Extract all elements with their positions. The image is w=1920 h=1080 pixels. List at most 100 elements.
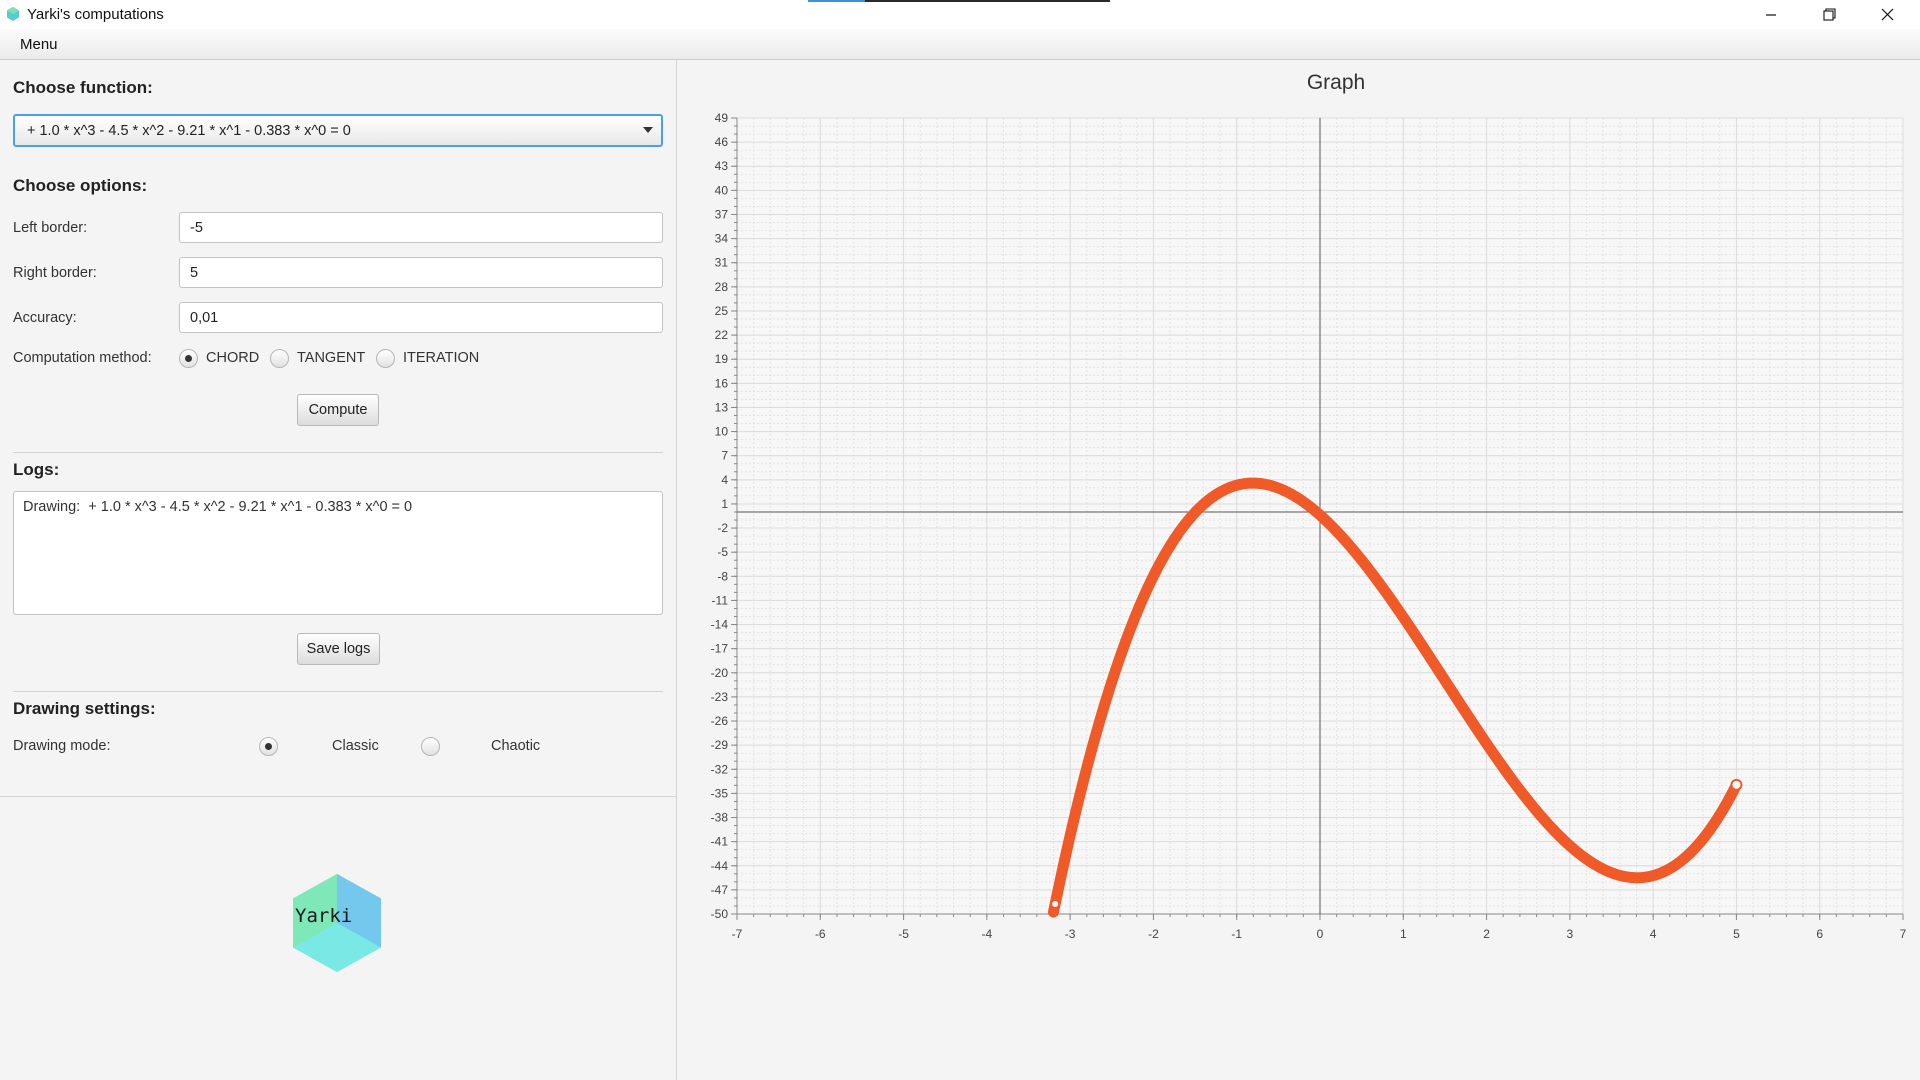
yarki-logo: Yarki <box>293 874 381 972</box>
close-button[interactable] <box>1858 0 1916 29</box>
accuracy-label: Accuracy: <box>13 310 77 326</box>
y-tick-label: 43 <box>715 159 729 173</box>
menu-bar: Menu <box>0 29 1920 60</box>
y-tick-label: 1 <box>721 497 728 511</box>
y-tick-label: -23 <box>711 690 729 704</box>
chaotic-label: Chaotic <box>491 738 541 754</box>
y-tick-label: 19 <box>715 352 729 366</box>
x-tick-label: 2 <box>1483 927 1490 941</box>
y-tick-label: 16 <box>715 376 729 390</box>
close-icon <box>1881 8 1893 21</box>
restore-button[interactable] <box>1800 0 1858 29</box>
section-divider <box>13 691 663 692</box>
x-tick-label: -4 <box>982 927 993 941</box>
y-tick-label: 10 <box>715 425 729 439</box>
x-tick-label: 1 <box>1400 927 1407 941</box>
x-tick-label: -2 <box>1148 927 1159 941</box>
window-title: Yarki's computations <box>27 6 164 23</box>
y-tick-label: 28 <box>715 280 729 294</box>
accuracy-field[interactable] <box>179 302 663 333</box>
right-border-input[interactable] <box>180 258 662 287</box>
compute-button[interactable]: Compute <box>297 394 379 426</box>
y-tick-label: 25 <box>715 304 729 318</box>
y-tick-label: -41 <box>711 835 729 849</box>
x-tick-label: -6 <box>815 927 826 941</box>
y-tick-label: 31 <box>715 256 729 270</box>
y-tick-label: -20 <box>711 666 729 680</box>
right-border-field[interactable] <box>179 257 663 288</box>
function-select-value: + 1.0 * x^3 - 4.5 * x^2 - 9.21 * x^1 - 0… <box>27 123 351 139</box>
y-tick-label: -14 <box>711 618 729 632</box>
graph-panel: -7 -6 -5 -4 -3 -2 -1 0 1 2 3 4 5 6 7 49 46 43 40 37 34 31 28 25… <box>678 60 1920 1080</box>
y-tick-label: 49 <box>715 111 729 125</box>
series-start-point <box>1050 899 1061 910</box>
section-divider <box>13 452 663 453</box>
iteration-radio[interactable] <box>376 349 395 368</box>
chaotic-radio[interactable] <box>421 737 440 756</box>
menu-button[interactable]: Menu <box>12 35 66 54</box>
logo-text: Yarki <box>295 905 352 927</box>
x-tick-label: -3 <box>1065 927 1076 941</box>
y-tick-label: -29 <box>711 738 729 752</box>
accuracy-input[interactable] <box>180 303 662 332</box>
x-tick-label: 6 <box>1816 927 1823 941</box>
minimize-button[interactable] <box>1742 0 1800 29</box>
x-tick-label: 5 <box>1733 927 1740 941</box>
y-tick-label: 7 <box>721 449 728 463</box>
y-tick-label: -17 <box>711 642 729 656</box>
restore-icon <box>1822 8 1836 21</box>
drawing-mode-label: Drawing mode: <box>13 738 111 754</box>
x-tick-label: 0 <box>1317 927 1324 941</box>
classic-radio[interactable] <box>259 737 278 756</box>
logs-text: Drawing: + 1.0 * x^3 - 4.5 * x^2 - 9.21 … <box>23 499 413 515</box>
x-tick-label: 4 <box>1650 927 1657 941</box>
left-border-label: Left border: <box>13 220 88 236</box>
computation-method-label: Computation method: <box>13 350 152 366</box>
save-logs-button[interactable]: Save logs <box>297 633 380 665</box>
app-hexagon-icon <box>7 7 19 21</box>
title-bar: Yarki's computations <box>0 0 1920 29</box>
minimize-icon <box>1766 13 1776 16</box>
y-tick-label: -11 <box>712 593 729 607</box>
logs-textarea[interactable]: Drawing: + 1.0 * x^3 - 4.5 * x^2 - 9.21 … <box>13 491 663 615</box>
y-tick-label: -2 <box>717 521 728 535</box>
y-tick-label: -8 <box>717 569 728 583</box>
choose-options-heading: Choose options: <box>13 176 148 195</box>
app-window: Yarki's computations Menu Choose functio… <box>0 0 1920 1080</box>
left-border-input[interactable] <box>180 213 662 242</box>
y-tick-label: -50 <box>711 907 729 921</box>
y-tick-label: -32 <box>711 762 729 776</box>
y-tick-label: 22 <box>715 328 729 342</box>
y-tick-label: 13 <box>715 400 729 414</box>
y-tick-label: -35 <box>711 786 729 800</box>
right-border-label: Right border: <box>13 265 97 281</box>
choose-function-heading: Choose function: <box>13 78 153 97</box>
x-tick-label: 3 <box>1567 927 1574 941</box>
progress-fill <box>808 0 866 2</box>
tangent-radio[interactable] <box>270 349 289 368</box>
y-tick-label: -47 <box>711 883 729 897</box>
y-tick-label: 37 <box>715 207 729 221</box>
x-tick-label: -5 <box>898 927 909 941</box>
tangent-label: TANGENT <box>297 350 366 366</box>
logs-heading: Logs: <box>13 460 60 479</box>
panel-divider <box>0 796 677 797</box>
y-tick-label: 34 <box>715 232 729 246</box>
y-tick-label: -38 <box>711 811 729 825</box>
classic-label: Classic <box>332 738 379 754</box>
left-border-field[interactable] <box>179 212 663 243</box>
series-end-point <box>1730 778 1743 791</box>
chart-title: Graph <box>1307 71 1365 94</box>
y-tick-label: -26 <box>711 714 729 728</box>
function-select[interactable]: + 1.0 * x^3 - 4.5 * x^2 - 9.21 * x^1 - 0… <box>13 114 663 147</box>
y-tick-label: -5 <box>717 545 728 559</box>
x-tick-label: 7 <box>1900 927 1907 941</box>
chord-label: CHORD <box>206 350 260 366</box>
progress-indicator <box>808 0 1110 2</box>
chord-radio[interactable] <box>179 349 198 368</box>
y-tick-label: -44 <box>711 859 729 873</box>
x-tick-label: -7 <box>732 927 743 941</box>
function-chart: -7 -6 -5 -4 -3 -2 -1 0 1 2 3 4 5 6 7494643403734312825… <box>711 71 1907 941</box>
x-tick-label: -1 <box>1231 927 1242 941</box>
drawing-settings-heading: Drawing settings: <box>13 699 156 718</box>
